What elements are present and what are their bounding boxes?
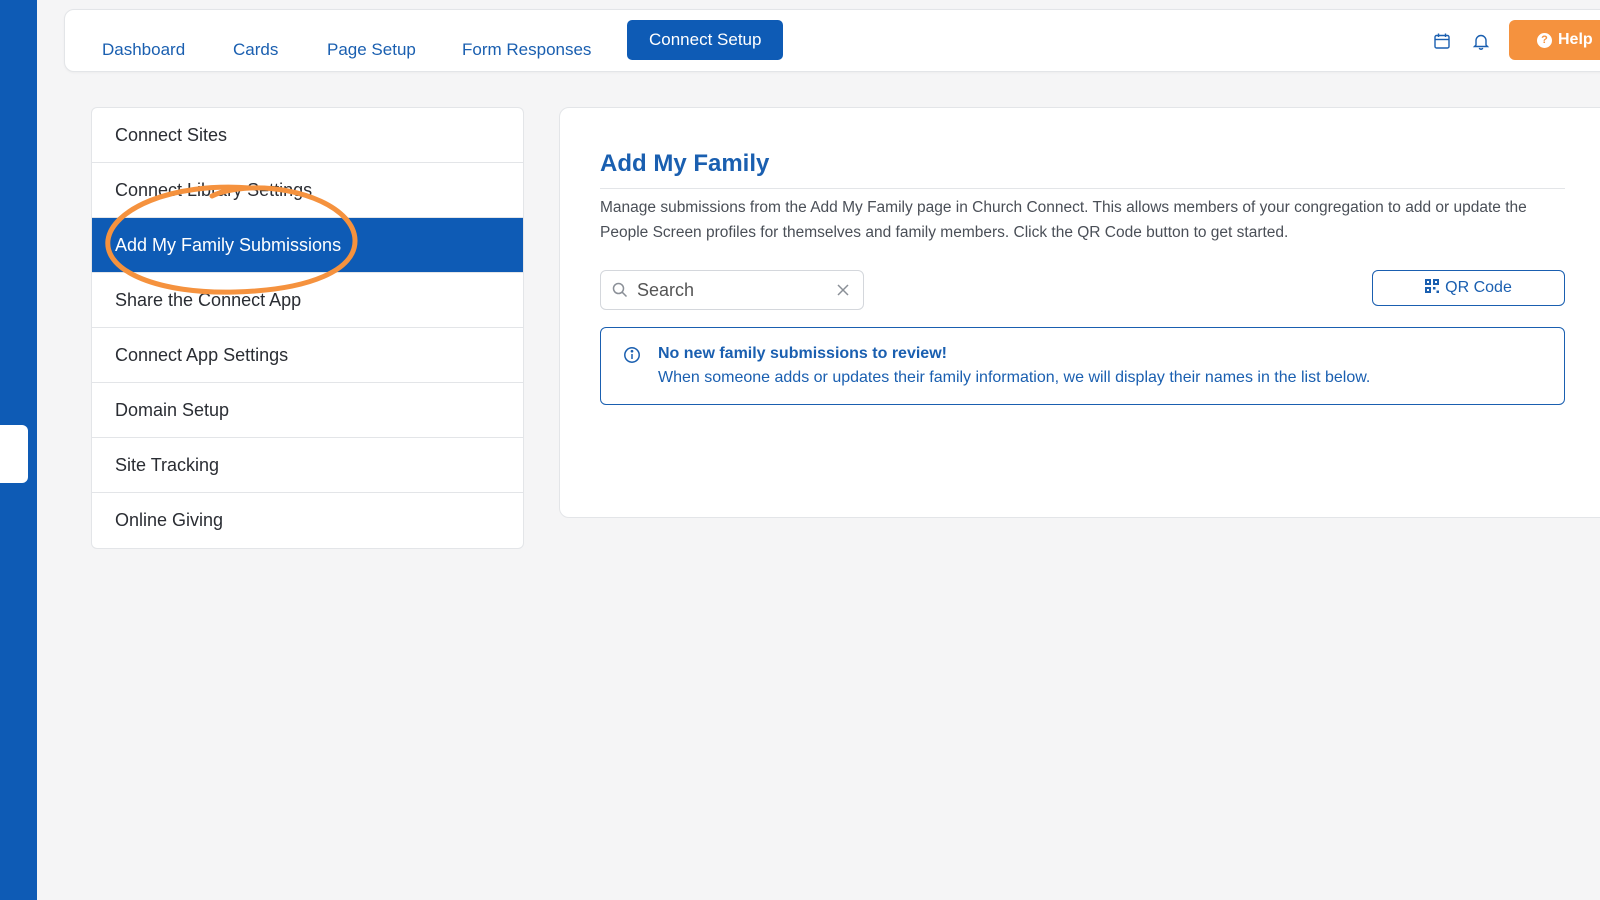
info-alert: No new family submissions to review! Whe… [600, 327, 1565, 405]
nav-dashboard[interactable]: Dashboard [102, 30, 185, 70]
nav-page-setup[interactable]: Page Setup [327, 30, 416, 70]
alert-title: No new family submissions to review! [658, 345, 947, 362]
title-divider [600, 188, 1565, 189]
info-icon [623, 346, 641, 364]
page-title: Add My Family [600, 150, 770, 177]
qr-code-label: QR Code [1445, 279, 1512, 296]
question-icon: ? [1537, 32, 1552, 48]
sidebar-item-domain-setup[interactable]: Domain Setup [92, 383, 523, 438]
top-navigation-bar: Dashboard Cards Page Setup Form Response… [64, 9, 1600, 72]
qr-code-icon [1425, 278, 1440, 298]
page-description: Manage submissions from the Add My Famil… [600, 199, 1527, 241]
add-my-family-panel: Add My Family Manage submissions from th… [559, 107, 1600, 518]
sidebar-item-site-tracking[interactable]: Site Tracking [92, 438, 523, 493]
sidebar-item-connect-app-settings[interactable]: Connect App Settings [92, 328, 523, 383]
settings-sidebar: Connect Sites Connect Library Settings A… [91, 107, 524, 549]
alert-body: When someone adds or updates their famil… [658, 369, 1371, 386]
clear-search-icon[interactable] [835, 282, 851, 298]
nav-cards[interactable]: Cards [233, 30, 278, 70]
calendar-icon[interactable] [1431, 30, 1453, 52]
sidebar-item-online-giving[interactable]: Online Giving [92, 493, 523, 548]
sidebar-item-connect-library-settings[interactable]: Connect Library Settings [92, 163, 523, 218]
help-label: Help [1558, 31, 1593, 48]
nav-connect-setup[interactable]: Connect Setup [627, 20, 784, 60]
search-field[interactable] [600, 270, 864, 310]
sidebar-item-share-connect-app[interactable]: Share the Connect App [92, 273, 523, 328]
search-icon [611, 281, 629, 299]
sidebar-item-add-my-family-submissions[interactable]: Add My Family Submissions [92, 218, 523, 273]
search-input[interactable] [637, 279, 827, 301]
nav-form-responses[interactable]: Form Responses [462, 30, 591, 70]
help-button[interactable]: ? Help [1509, 20, 1600, 60]
bell-icon[interactable] [1470, 30, 1492, 52]
qr-code-button[interactable]: QR Code [1372, 270, 1565, 306]
rail-collapse-tab[interactable] [0, 425, 28, 483]
sidebar-item-connect-sites[interactable]: Connect Sites [92, 108, 523, 163]
